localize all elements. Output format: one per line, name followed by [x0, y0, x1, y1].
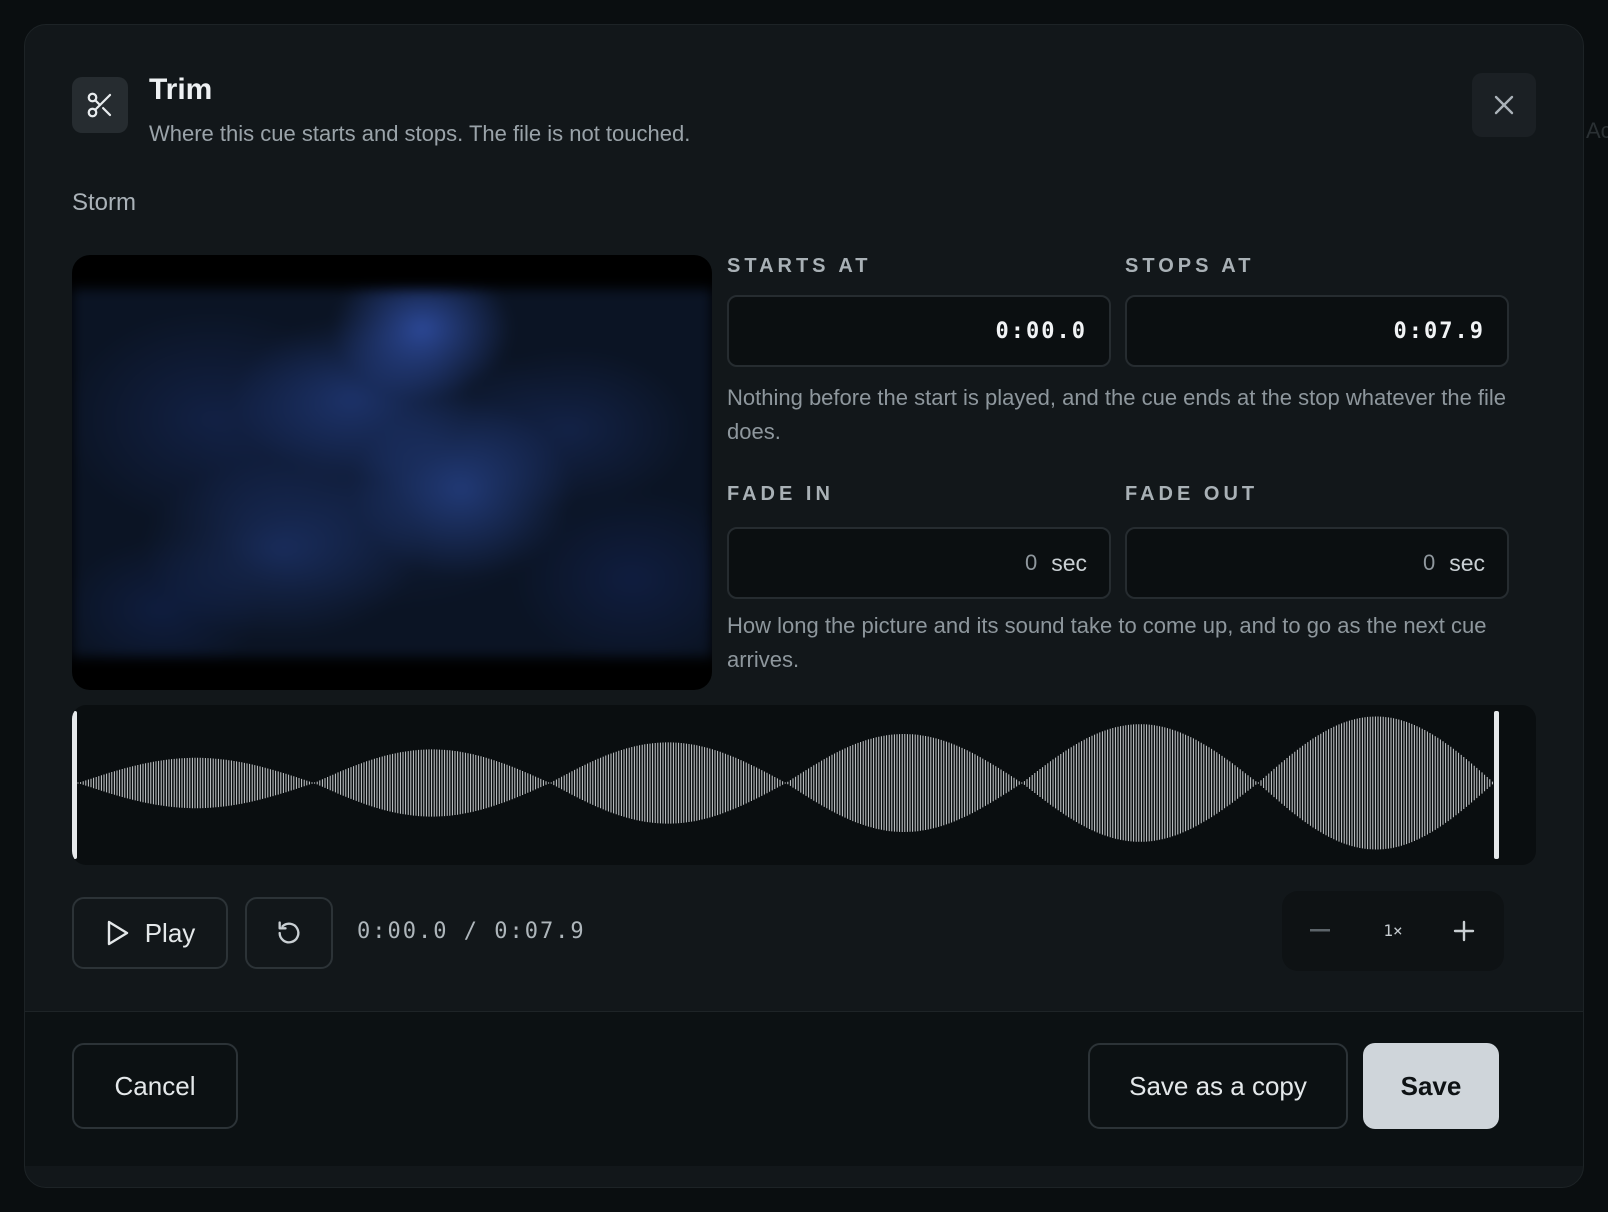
minus-icon [1310, 929, 1330, 932]
cancel-button[interactable]: Cancel [72, 1043, 238, 1129]
fade-help-text: How long the picture and its sound take … [727, 613, 1487, 672]
dialog-footer [25, 1011, 1583, 1166]
starts-at-value: 0:00.0 [995, 318, 1087, 344]
fade-in-value: 0 [1024, 550, 1038, 575]
trim-dialog: Trim Where this cue starts and stops. Th… [24, 24, 1584, 1188]
plus-icon [1453, 920, 1475, 942]
play-button[interactable]: Play [72, 897, 228, 969]
waveform-bars [77, 716, 1493, 850]
starts-at-input[interactable]: 0:00.0 [727, 295, 1111, 367]
restart-button[interactable] [245, 897, 333, 969]
play-label: Play [144, 917, 196, 948]
cue-name: Storm [72, 189, 137, 216]
stops-at-input[interactable]: 0:07.9 [1125, 295, 1509, 367]
fade-in-input[interactable]: 0 sec [727, 527, 1111, 599]
close-icon [1494, 95, 1514, 115]
trim-start-handle[interactable] [72, 711, 77, 859]
save-as-copy-label: Save as a copy [1129, 1070, 1307, 1101]
save-label: Save [1400, 1070, 1462, 1101]
stops-at-value: 0:07.9 [1393, 318, 1485, 344]
waveform-graph [72, 711, 1499, 859]
fade-in-label: FADE IN [727, 483, 834, 505]
fade-in-unit: sec [1051, 549, 1087, 576]
dialog-subtitle: Where this cue starts and stops. The fil… [149, 121, 691, 146]
save-button[interactable]: Save [1363, 1043, 1499, 1129]
trim-help-text: Nothing before the start is played, and … [727, 385, 1507, 444]
video-frame [72, 289, 712, 657]
waveform[interactable] [72, 705, 1536, 865]
play-icon [107, 920, 128, 946]
fade-out-label: FADE OUT [1125, 483, 1259, 505]
zoom-in-button[interactable] [1440, 907, 1488, 955]
trim-end-handle[interactable] [1494, 711, 1499, 859]
playback-timecode: 0:00.0 / 0:07.9 [357, 919, 586, 944]
zoom-control: 1× [1282, 891, 1504, 971]
video-preview [72, 255, 712, 690]
cancel-label: Cancel [114, 1070, 196, 1101]
background-partial-text: Ac [1586, 118, 1608, 143]
fade-out-value: 0 [1422, 550, 1436, 575]
stops-at-label: STOPS AT [1125, 255, 1255, 277]
restart-icon [278, 921, 300, 944]
save-as-copy-button[interactable]: Save as a copy [1088, 1043, 1348, 1129]
close-button[interactable] [1472, 73, 1536, 137]
starts-at-label: STARTS AT [727, 255, 872, 277]
zoom-out-button[interactable] [1296, 907, 1344, 955]
zoom-level: 1× [1383, 921, 1403, 940]
dialog-title: Trim [149, 73, 213, 106]
scissors-icon [72, 77, 128, 133]
fade-out-input[interactable]: 0 sec [1125, 527, 1509, 599]
fade-out-unit: sec [1449, 549, 1485, 576]
